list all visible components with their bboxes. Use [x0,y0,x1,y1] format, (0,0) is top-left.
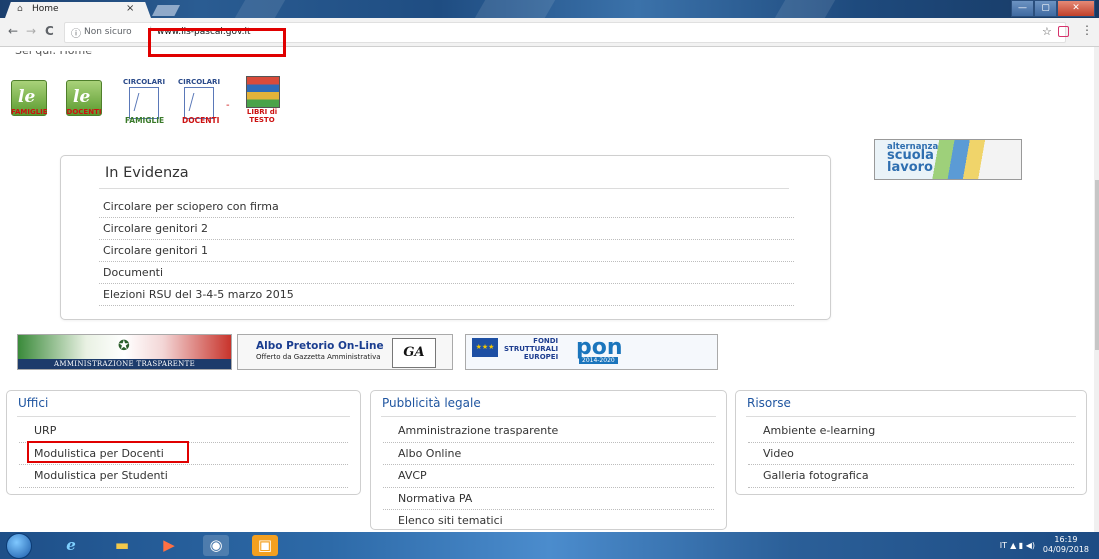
risorse-list: Ambiente e-learning Video Galleria fotog… [748,420,1074,488]
internet-explorer-icon[interactable]: e [58,535,84,556]
list-item[interactable]: Galleria fotografica [748,465,1074,488]
in-evidenza-list: Circolare per sciopero con firma Circola… [99,196,794,306]
tab-title: Home [32,4,59,14]
clock-date: 04/09/2018 [1042,545,1089,554]
famiglie-link[interactable]: le FAMIGLIE [11,80,48,124]
tabstrip-decoration [474,0,556,18]
window-controls: — ▢ ✕ [1011,0,1095,17]
app-icon[interactable]: ▣ [252,535,278,556]
info-icon[interactable]: ⓘ [71,25,81,40]
browser-menu-icon[interactable]: ⋮ [1081,23,1093,37]
circolari-label: CIRCOLARI [122,78,166,86]
circolari-docenti-caption: DOCENTI [182,116,220,125]
albo-title: Albo Pretorio On-Line [256,340,384,352]
amministrazione-trasparente-banner[interactable]: ✪ AMMINISTRAZIONE TRASPARENTE [17,334,232,370]
security-label: Non sicuro [84,27,132,37]
forward-arrow-icon[interactable]: → [26,24,36,38]
start-button-icon[interactable] [6,533,32,559]
fondi-text: FONDI STRUTTURALI EUROPEI [504,337,558,361]
file-explorer-icon[interactable]: ▬ [109,535,135,556]
alternanza-scuola-lavoro-banner[interactable]: alternanza scuola lavoro [874,139,1022,180]
amministrazione-text: AMMINISTRAZIONE TRASPARENTE [18,359,231,369]
divider [381,416,716,417]
list-item[interactable]: Circolare genitori 2 [99,218,794,240]
list-item[interactable]: Albo Online [383,443,714,465]
fondi-line1: FONDI [533,337,559,345]
scrollbar-thumb[interactable] [1095,180,1099,350]
books-icon [246,76,280,108]
gazzetta-logo: GA [392,338,436,368]
maximize-button[interactable]: ▢ [1034,0,1057,17]
circolari-famiglie-caption: FAMIGLIE [125,116,165,125]
list-item[interactable]: Elenco siti tematici [383,510,714,533]
in-evidenza-panel: In Evidenza Circolare per sciopero con f… [60,155,831,320]
list-item[interactable]: Normativa PA [383,488,714,510]
home-icon: ⌂ [17,4,23,14]
clock-time: 16:19 [1054,535,1078,544]
document-icon [184,87,214,119]
media-player-icon[interactable]: ▶ [156,535,182,556]
fondi-line2: STRUTTURALI [504,345,559,353]
docenti-label: DOCENTI [66,108,102,116]
divider [746,416,1076,417]
close-window-button[interactable]: ✕ [1057,0,1095,17]
reload-icon[interactable]: C [45,24,54,38]
list-item[interactable]: Elezioni RSU del 3-4-5 marzo 2015 [99,284,794,306]
quick-links-separator: - [226,100,230,111]
list-item[interactable]: Circolare per sciopero con firma [99,196,794,218]
list-item[interactable]: Documenti [99,262,794,284]
list-item[interactable]: Circolare genitori 1 [99,240,794,262]
extension-icon[interactable] [1058,26,1069,37]
modulistica-docenti-highlight-box [27,441,189,463]
divider [17,416,350,417]
uffici-title: Uffici [18,396,49,410]
url-highlight-box [148,28,286,57]
pubblicita-title: Pubblicità legale [382,396,481,410]
close-tab-icon[interactable]: × [126,3,134,14]
famiglie-label: FAMIGLIE [11,108,48,116]
list-item[interactable]: URP [19,420,348,443]
list-item[interactable]: Video [748,443,1074,465]
albo-pretorio-banner[interactable]: Albo Pretorio On-Line Offerto da Gazzett… [237,334,453,370]
bookmark-star-icon[interactable]: ☆ [1042,25,1052,38]
pubblicita-list: Amministrazione trasparente Albo Online … [383,420,714,533]
tabstrip-decoration [234,0,286,18]
tray-icons[interactable]: ▲ ▮ ◀) [1010,541,1035,550]
windows-taskbar: e ▬ ▶ ◉ ▣ IT ▲ ▮ ◀) 16:19 04/09/2018 [0,532,1099,559]
list-item[interactable]: Modulistica per Studenti [19,465,348,488]
tabstrip-decoration [774,0,836,18]
fondi-line3: EUROPEI [523,353,559,361]
pon-years: 2014-2020 [579,357,618,364]
circolari-label: CIRCOLARI [177,78,221,86]
risorse-panel: Risorse Ambiente e-learning Video Galler… [735,390,1087,495]
back-arrow-icon[interactable]: ← [8,24,18,38]
pon-fondi-europei-banner[interactable]: ★★★ FONDI STRUTTURALI EUROPEI pon 2014-2… [465,334,718,370]
language-indicator[interactable]: IT [1000,541,1007,550]
minimize-button[interactable]: — [1011,0,1034,17]
risorse-title: Risorse [747,396,791,410]
document-icon [129,87,159,119]
libri-label-line2: TESTO [249,116,275,124]
list-item[interactable]: Ambiente e-learning [748,420,1074,443]
in-evidenza-title: In Evidenza [105,165,189,181]
eu-flag-icon: ★★★ [472,338,498,357]
browser-tab-strip: ⌂ Home × — ▢ ✕ [0,0,1099,18]
pubblicita-legale-panel: Pubblicità legale Amministrazione traspa… [370,390,727,533]
list-item[interactable]: Amministrazione trasparente [383,420,714,443]
albo-subtitle: Offerto da Gazzetta Amministrativa [256,353,381,361]
italian-emblem-icon: ✪ [118,338,130,354]
lavoro-text: lavoro [887,160,933,175]
system-clock[interactable]: 16:19 04/09/2018 [1043,535,1089,555]
list-item[interactable]: AVCP [383,465,714,488]
docenti-link[interactable]: le DOCENTI [66,80,102,124]
browser-tab-home[interactable]: ⌂ Home × [5,2,151,18]
chrome-icon[interactable]: ◉ [203,535,229,556]
new-tab-button[interactable] [152,5,180,16]
libri-di-testo-link[interactable]: LIBRI di TESTO [244,76,280,126]
libri-label-line1: LIBRI di [246,108,278,116]
divider [99,188,789,189]
